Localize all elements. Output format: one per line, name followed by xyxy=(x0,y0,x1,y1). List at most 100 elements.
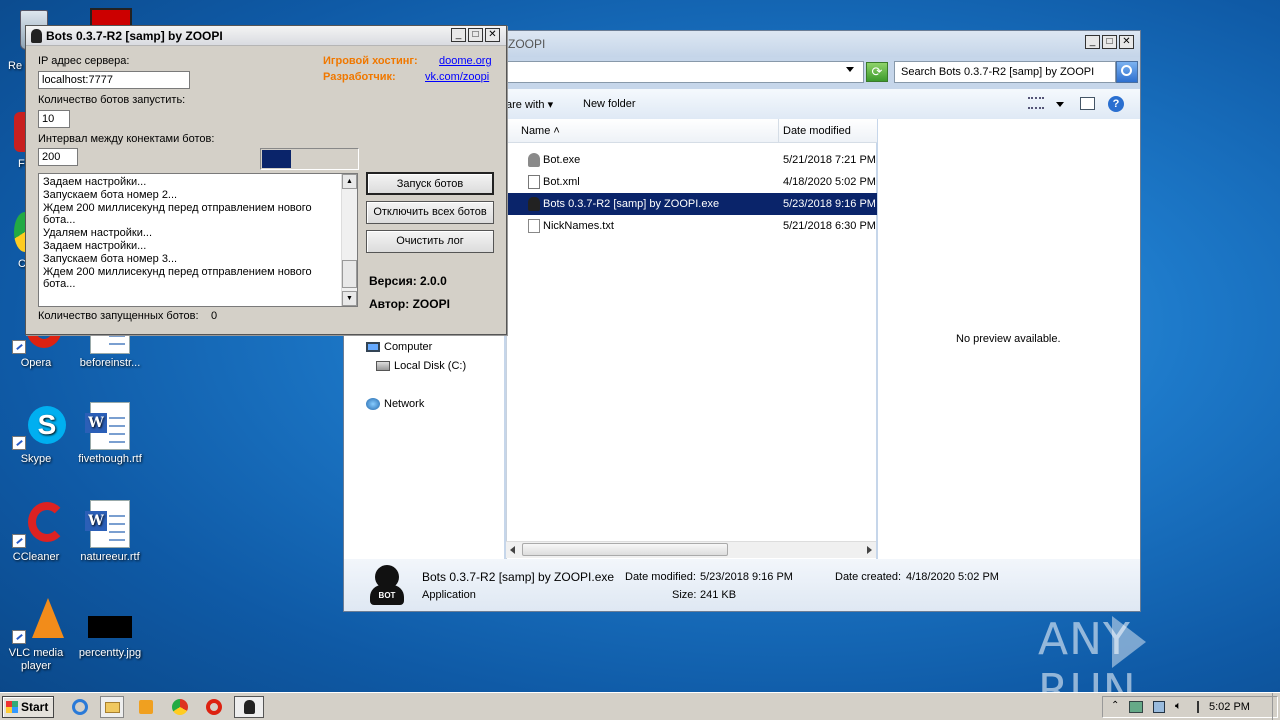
desktop-icon-label: VLC media player xyxy=(8,647,64,672)
version-text: Версия: 2.0.0 xyxy=(369,274,447,288)
nav-computer[interactable]: Computer xyxy=(366,341,432,353)
log-line: бота... xyxy=(43,214,76,227)
details-size-value: 241 KB xyxy=(700,589,737,601)
desktop-icon-skype[interactable]: S Skype xyxy=(0,402,74,466)
clear-log-button[interactable]: Очистить лог xyxy=(366,230,494,253)
show-desktop-button[interactable] xyxy=(1272,693,1280,720)
bot-thumbnail-icon: BOT xyxy=(370,565,404,605)
hosting-link[interactable]: doome.org xyxy=(439,55,492,67)
bots-maximize-button[interactable]: □ xyxy=(468,28,483,42)
desktop-icon-natureeur[interactable]: W natureeur.rtf xyxy=(72,500,148,564)
column-header-date[interactable]: Date modified xyxy=(779,119,877,143)
explorer-taskbar-icon[interactable] xyxy=(100,696,124,718)
media-player-icon[interactable] xyxy=(134,696,158,718)
file-date: 5/23/2018 9:16 PM xyxy=(783,198,876,210)
log-line: Удаляем настройки... xyxy=(43,227,153,240)
column-header-name[interactable]: Name ˄ xyxy=(507,119,779,143)
search-input[interactable]: Search Bots 0.3.7-R2 [samp] by ZOOPI xyxy=(894,61,1116,83)
log-box[interactable]: Задаем настройки... Запускаем бота номер … xyxy=(38,173,358,307)
clock[interactable]: 5:02 PM xyxy=(1209,701,1250,713)
address-dropdown-icon[interactable] xyxy=(846,67,854,72)
system-tray: ⌃ 🔈︎ 5:02 PM xyxy=(1102,696,1278,718)
bot-exe-icon xyxy=(528,197,540,211)
preview-pane-icon[interactable] xyxy=(1080,97,1095,110)
search-icon[interactable] xyxy=(1116,61,1138,83)
running-label: Количество запущенных ботов: xyxy=(38,310,199,322)
running-count: 0 xyxy=(211,310,218,322)
view-dropdown-icon[interactable] xyxy=(1056,102,1064,107)
start-bots-button[interactable]: Запуск ботов xyxy=(366,172,494,195)
thumb-text: BOT xyxy=(370,585,404,605)
network-tray-icon[interactable] xyxy=(1153,701,1165,713)
file-name: Bot.exe xyxy=(543,154,581,166)
desktop-icon-ccleaner[interactable]: CCleaner xyxy=(0,500,74,564)
taskbar: Start ⌃ 🔈︎ 5:02 PM xyxy=(0,692,1280,720)
details-filename: Bots 0.3.7-R2 [samp] by ZOOPI.exe xyxy=(422,570,615,584)
help-icon[interactable]: ? xyxy=(1108,96,1124,112)
user-exe-icon xyxy=(528,153,540,167)
volume-icon[interactable]: 🔈︎ xyxy=(1175,700,1182,713)
log-line: Ждем 200 миллисекунд перед отправлением … xyxy=(43,265,312,278)
scroll-right-icon[interactable] xyxy=(867,546,872,554)
desktop-icon-fivethough[interactable]: W fivethough.rtf xyxy=(72,402,148,466)
count-label: Количество ботов запустить: xyxy=(38,94,186,106)
bots-close-button[interactable]: ✕ xyxy=(485,28,500,42)
file-name: Bots 0.3.7-R2 [samp] by ZOOPI.exe xyxy=(543,198,720,210)
bots-minimize-button[interactable]: _ xyxy=(451,28,466,42)
scroll-down-icon[interactable]: ▼ xyxy=(342,291,357,306)
file-row[interactable]: Bot.exe 5/21/2018 7:21 PM xyxy=(507,149,877,171)
maximize-button[interactable]: □ xyxy=(1102,35,1117,49)
scroll-up-icon[interactable]: ▲ xyxy=(342,174,357,189)
tray-app-icon[interactable] xyxy=(1129,701,1143,713)
view-options-icon[interactable] xyxy=(1028,97,1044,109)
desktop-icon-percentty[interactable]: percentty.jpg xyxy=(72,596,148,660)
log-scrollbar[interactable]: ▲ ▼ xyxy=(341,174,357,306)
shortcut-arrow-icon xyxy=(12,630,26,644)
scroll-left-icon[interactable] xyxy=(510,546,515,554)
file-date: 4/18/2020 5:02 PM xyxy=(783,176,876,188)
nav-network[interactable]: Network xyxy=(366,398,424,411)
nav-local-disk[interactable]: Local Disk (C:) xyxy=(376,360,466,372)
horizontal-scrollbar[interactable] xyxy=(506,541,876,558)
interval-input[interactable] xyxy=(38,148,78,166)
bots-taskbar-icon[interactable] xyxy=(234,696,264,718)
desktop-icon-vlc[interactable]: VLC media player xyxy=(0,596,74,673)
opera-icon[interactable] xyxy=(202,696,226,718)
refresh-icon[interactable]: ⟳ xyxy=(866,62,888,82)
details-pane: BOT Bots 0.3.7-R2 [samp] by ZOOPI.exe Ap… xyxy=(344,559,1140,611)
share-with-button[interactable]: are with ▾ xyxy=(506,98,553,111)
file-row[interactable]: NickNames.txt 5/21/2018 6:30 PM xyxy=(507,215,877,237)
word-document-icon: W xyxy=(85,500,130,548)
file-list: Name ˄ Date modified Bot.exe 5/21/2018 7:… xyxy=(506,119,877,559)
new-folder-button[interactable]: New folder xyxy=(583,98,636,110)
file-date: 5/21/2018 7:21 PM xyxy=(783,154,876,166)
file-row[interactable]: Bot.xml 4/18/2020 5:02 PM xyxy=(507,171,877,193)
bots-titlebar[interactable]: Bots 0.3.7-R2 [samp] by ZOOPI _ □ ✕ xyxy=(26,26,506,46)
author-text: Автор: ZOOPI xyxy=(369,297,450,311)
log-line: Запускаем бота номер 3... xyxy=(43,252,178,265)
ip-label: IP адрес сервера: xyxy=(38,55,130,67)
scroll-thumb[interactable] xyxy=(522,543,728,556)
preview-message: No preview available. xyxy=(956,333,1061,345)
hosting-label: Игровой хостинг: xyxy=(323,55,418,67)
tray-expand-icon[interactable]: ⌃ xyxy=(1111,700,1119,711)
desktop-icon-label: fivethough.rtf xyxy=(78,453,142,465)
developer-link[interactable]: vk.com/zoopi xyxy=(425,71,489,83)
count-input[interactable] xyxy=(38,110,70,128)
chrome-icon[interactable] xyxy=(168,696,192,718)
ip-input[interactable] xyxy=(38,71,190,89)
ie-icon[interactable] xyxy=(68,696,92,718)
disconnect-all-button[interactable]: Отключить всех ботов xyxy=(366,201,494,224)
log-scroll-thumb[interactable] xyxy=(342,260,357,288)
drive-icon xyxy=(376,361,390,372)
shortcut-arrow-icon xyxy=(12,340,26,354)
flag-icon[interactable] xyxy=(1197,701,1207,713)
bots-title: Bots 0.3.7-R2 [samp] by ZOOPI xyxy=(46,29,223,43)
file-row[interactable]: Bots 0.3.7-R2 [samp] by ZOOPI.exe 5/23/20… xyxy=(507,193,877,215)
minimize-button[interactable]: _ xyxy=(1085,35,1100,49)
start-button[interactable]: Start xyxy=(2,696,54,718)
preview-pane: No preview available. xyxy=(878,119,1140,559)
close-button[interactable]: ✕ xyxy=(1119,35,1134,49)
file-name: Bot.xml xyxy=(543,176,580,188)
anyrun-watermark: ANY RUN xyxy=(1038,614,1238,716)
